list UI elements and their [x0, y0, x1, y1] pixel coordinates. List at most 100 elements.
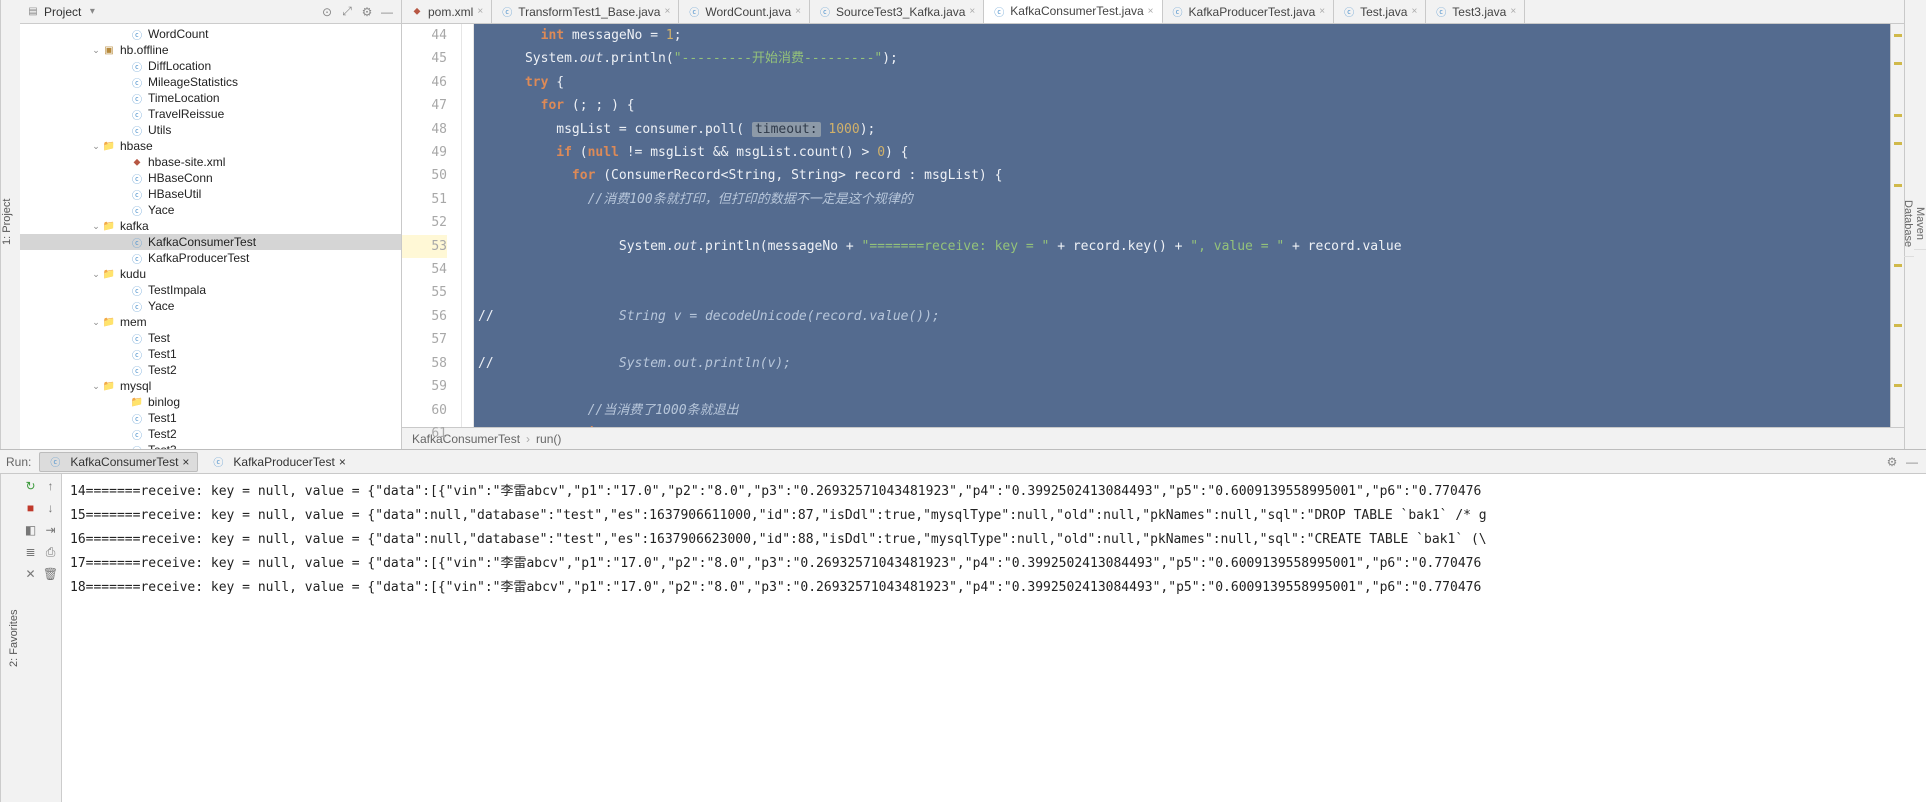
- twisty-icon[interactable]: ⌄: [90, 381, 102, 392]
- tree-item[interactable]: ⓒYace: [20, 298, 401, 314]
- xml-icon: ⬥: [130, 155, 144, 169]
- print-icon[interactable]: ⎙: [43, 544, 59, 560]
- tree-item-label: TravelReissue: [148, 107, 224, 121]
- tree-item[interactable]: ⓒTimeLocation: [20, 90, 401, 106]
- twisty-icon[interactable]: ⌄: [90, 45, 102, 56]
- twisty-icon[interactable]: ⌄: [90, 221, 102, 232]
- tree-item[interactable]: ⓒTest1: [20, 346, 401, 362]
- project-tree[interactable]: ⓒWordCount⌄▣hb.offlineⓒDiffLocationⓒMile…: [20, 24, 401, 449]
- java-icon: ⓒ: [130, 75, 144, 89]
- tree-item-label: kudu: [120, 267, 146, 281]
- tree-item[interactable]: ⓒUtils: [20, 122, 401, 138]
- editor-tab[interactable]: ⓒTransformTest1_Base.java×: [492, 0, 679, 23]
- twisty-icon[interactable]: ⌄: [90, 141, 102, 152]
- warning-marker[interactable]: [1894, 324, 1902, 327]
- close-icon[interactable]: ×: [477, 6, 483, 17]
- warning-marker[interactable]: [1894, 142, 1902, 145]
- tree-item[interactable]: ⓒTest3: [20, 442, 401, 449]
- project-view-selector[interactable]: ▤ Project ▾: [26, 5, 315, 19]
- warning-marker[interactable]: [1894, 384, 1902, 387]
- run-console[interactable]: 14=======receive: key = null, value = {"…: [62, 474, 1926, 802]
- tree-item[interactable]: ⓒMileageStatistics: [20, 74, 401, 90]
- tree-item[interactable]: ⓒYace: [20, 202, 401, 218]
- trash-icon[interactable]: 🗑: [43, 566, 59, 582]
- gear-icon[interactable]: ⚙: [1884, 454, 1900, 470]
- editor-marker-bar[interactable]: [1890, 24, 1904, 427]
- editor-tab[interactable]: ⓒKafkaProducerTest.java×: [1163, 0, 1335, 23]
- close-icon[interactable]: ×: [969, 6, 975, 17]
- tree-item[interactable]: ⌄📁mem: [20, 314, 401, 330]
- editor-tab[interactable]: ⓒKafkaConsumerTest.java×: [984, 0, 1162, 24]
- tree-item[interactable]: ⓒWordCount: [20, 26, 401, 42]
- exit-icon[interactable]: ✕: [23, 566, 39, 582]
- close-icon[interactable]: ×: [795, 6, 801, 17]
- close-icon[interactable]: ×: [1319, 6, 1325, 17]
- folder-icon: 📁: [102, 219, 116, 233]
- twisty-icon[interactable]: ⌄: [90, 317, 102, 328]
- close-icon[interactable]: ×: [1510, 6, 1516, 17]
- code-editor[interactable]: int messageNo = 1; System.out.println("-…: [474, 24, 1890, 427]
- breadcrumb[interactable]: KafkaConsumerTest › run(): [402, 427, 1904, 449]
- editor-tab[interactable]: ⓒTest.java×: [1334, 0, 1426, 23]
- editor-tab[interactable]: ⓒTest3.java×: [1426, 0, 1525, 23]
- java-icon: ⓒ: [130, 123, 144, 137]
- warning-marker[interactable]: [1894, 114, 1902, 117]
- warning-marker[interactable]: [1894, 184, 1902, 187]
- editor-tab[interactable]: ⓒSourceTest3_Kafka.java×: [810, 0, 984, 23]
- close-icon[interactable]: ×: [1148, 6, 1154, 17]
- favorites-tool-button[interactable]: 2: Favorites: [0, 474, 20, 802]
- tree-item[interactable]: ⓒHBaseConn: [20, 170, 401, 186]
- java-icon: ⓒ: [992, 4, 1006, 18]
- hide-icon[interactable]: —: [379, 4, 395, 20]
- tree-item[interactable]: ⓒDiffLocation: [20, 58, 401, 74]
- editor-area: ⬥pom.xml×ⓒTransformTest1_Base.java×ⓒWord…: [402, 0, 1904, 449]
- tree-item-label: Test3: [148, 443, 177, 449]
- camera-icon[interactable]: ◧: [23, 522, 39, 538]
- tree-item[interactable]: ⓒTest1: [20, 410, 401, 426]
- tree-item[interactable]: ⓒTravelReissue: [20, 106, 401, 122]
- tree-item[interactable]: ⌄▣hb.offline: [20, 42, 401, 58]
- editor-gutter: [462, 24, 474, 427]
- run-tab[interactable]: ⓒKafkaConsumerTest×: [39, 452, 198, 472]
- warning-marker[interactable]: [1894, 264, 1902, 267]
- tree-item[interactable]: ⌄📁mysql: [20, 378, 401, 394]
- up-icon[interactable]: ↑: [43, 478, 59, 494]
- warning-marker[interactable]: [1894, 62, 1902, 65]
- tree-item[interactable]: ⬥hbase-site.xml: [20, 154, 401, 170]
- editor-tab[interactable]: ⬥pom.xml×: [402, 0, 492, 23]
- wrap-icon[interactable]: ⇥: [43, 522, 59, 538]
- gear-icon[interactable]: ⚙: [359, 4, 375, 20]
- tree-item-label: TestImpala: [148, 283, 206, 297]
- close-icon[interactable]: ×: [182, 455, 189, 469]
- tree-item[interactable]: ⓒKafkaProducerTest: [20, 250, 401, 266]
- tree-item[interactable]: ⌄📁hbase: [20, 138, 401, 154]
- tree-item[interactable]: ⌄📁 kafka: [20, 218, 401, 234]
- rerun-icon[interactable]: ↻: [23, 478, 39, 494]
- tree-item-label: kafka: [120, 219, 149, 233]
- breadcrumb-item[interactable]: run(): [536, 432, 561, 446]
- editor-tab[interactable]: ⓒWordCount.java×: [679, 0, 810, 23]
- tree-item[interactable]: ⌄📁kudu: [20, 266, 401, 282]
- close-icon[interactable]: ×: [1411, 6, 1417, 17]
- locate-icon[interactable]: ⊙: [319, 4, 335, 20]
- twisty-icon[interactable]: ⌄: [90, 269, 102, 280]
- close-icon[interactable]: ×: [664, 6, 670, 17]
- java-icon: ⓒ: [687, 5, 701, 19]
- tree-item[interactable]: ⓒTest2: [20, 362, 401, 378]
- run-tab[interactable]: ⓒKafkaProducerTest×: [202, 452, 354, 472]
- tree-item[interactable]: ⓒTest2: [20, 426, 401, 442]
- warning-marker[interactable]: [1894, 34, 1902, 37]
- tree-item[interactable]: ⓒHBaseUtil: [20, 186, 401, 202]
- close-icon[interactable]: ×: [339, 455, 346, 469]
- tree-item[interactable]: ⓒTestImpala: [20, 282, 401, 298]
- layout-icon[interactable]: ≣: [23, 544, 39, 560]
- down-icon[interactable]: ↓: [43, 500, 59, 516]
- tree-item[interactable]: ⓒTest: [20, 330, 401, 346]
- right-tool-maven[interactable]: Maven: [1914, 199, 1926, 249]
- hide-icon[interactable]: —: [1904, 454, 1920, 470]
- stop-icon[interactable]: ■: [23, 500, 39, 516]
- tree-item[interactable]: ⓒKafkaConsumerTest: [20, 234, 401, 250]
- expand-icon[interactable]: ⤢: [339, 4, 355, 20]
- tree-item[interactable]: 📁binlog: [20, 394, 401, 410]
- project-tool-button[interactable]: 1: Project: [0, 0, 20, 449]
